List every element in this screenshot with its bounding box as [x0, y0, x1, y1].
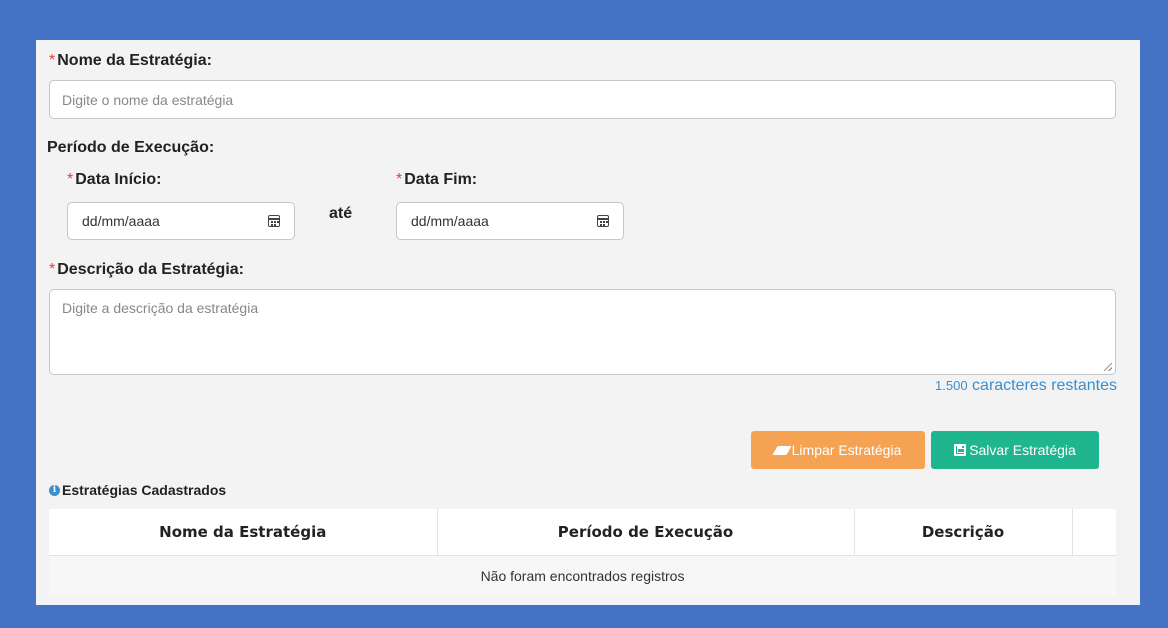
strategy-name-label: * Nome da Estratégia:: [49, 52, 212, 69]
column-header-name[interactable]: Nome da Estratégia: [49, 509, 438, 556]
required-mark: *: [49, 261, 56, 278]
end-date-value: dd/mm/aaaa: [411, 213, 489, 229]
resize-handle-icon[interactable]: [1104, 363, 1112, 371]
start-date-label: * Data Início:: [67, 171, 162, 188]
required-mark: *: [49, 52, 56, 69]
until-label: até: [329, 205, 353, 222]
table-row: Não foram encontrados registros: [49, 555, 1116, 597]
end-date-label: * Data Fim:: [396, 171, 478, 188]
column-header-period[interactable]: Período de Execução: [437, 509, 855, 556]
strategy-description-placeholder: Digite a descrição da estratégia: [62, 300, 259, 316]
required-mark: *: [67, 171, 74, 188]
info-icon: i: [49, 484, 60, 496]
save-strategy-button[interactable]: Salvar Estratégia: [931, 431, 1099, 469]
calendar-icon[interactable]: [268, 215, 280, 227]
remaining-characters: 1.500 caracteres restantes: [935, 377, 1117, 395]
calendar-icon[interactable]: [597, 215, 609, 227]
remaining-text: caracteres restantes: [972, 377, 1117, 394]
end-date-input[interactable]: dd/mm/aaaa: [396, 202, 624, 240]
save-strategy-label: Salvar Estratégia: [969, 442, 1076, 458]
execution-period-label: Período de Execução:: [47, 139, 215, 156]
column-header-actions: [1072, 509, 1116, 556]
clear-strategy-label: Limpar Estratégia: [791, 442, 902, 458]
strategies-table: Nome da Estratégia Período de Execução D…: [49, 509, 1116, 597]
clear-strategy-button[interactable]: Limpar Estratégia: [751, 431, 925, 469]
strategy-name-input[interactable]: Digite o nome da estratégia: [49, 80, 1116, 119]
empty-message: Não foram encontrados registros: [49, 555, 1116, 597]
save-icon: [954, 444, 967, 456]
start-date-value: dd/mm/aaaa: [82, 213, 160, 229]
remaining-count: 1.500: [935, 378, 968, 393]
strategy-name-placeholder: Digite o nome da estratégia: [62, 91, 234, 108]
start-date-input[interactable]: dd/mm/aaaa: [67, 202, 295, 240]
required-mark: *: [396, 171, 403, 188]
registered-strategies-title: i Estratégias Cadastrados: [49, 482, 226, 498]
strategy-description-textarea[interactable]: Digite a descrição da estratégia: [49, 289, 1116, 375]
strategy-description-label: * Descrição da Estratégia:: [49, 261, 244, 278]
strategy-form-panel: * Nome da Estratégia: Digite o nome da es…: [36, 40, 1140, 605]
eraser-icon: [772, 445, 792, 455]
column-header-description[interactable]: Descrição: [854, 509, 1073, 556]
table-header-row: Nome da Estratégia Período de Execução D…: [49, 509, 1116, 556]
